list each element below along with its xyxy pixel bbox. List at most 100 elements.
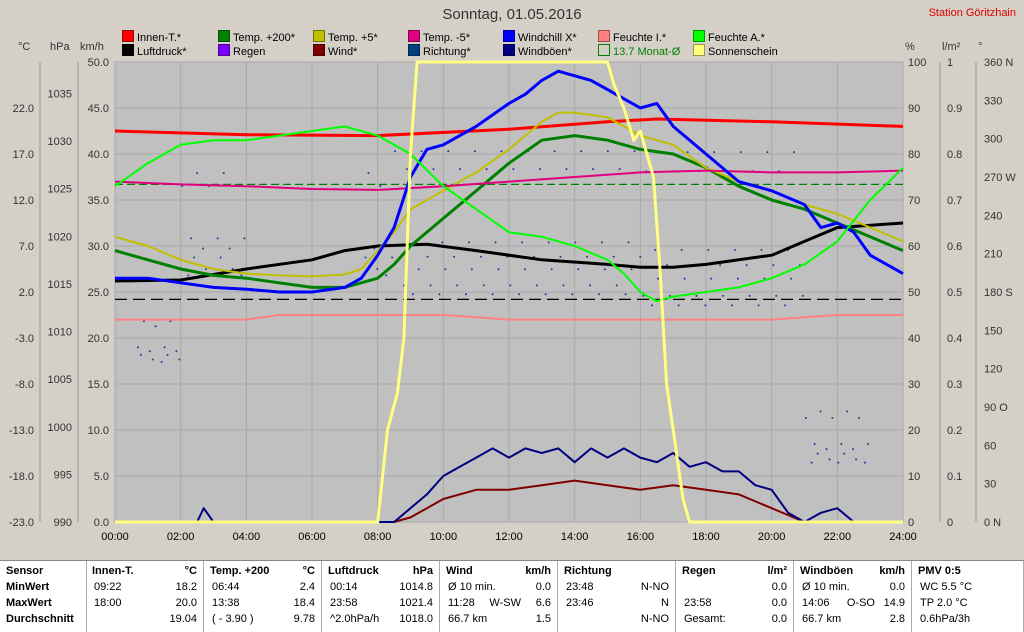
temp-tick-label: -3.0 xyxy=(15,333,34,345)
stats-cell-left: ^2.0hPa/h xyxy=(330,613,380,625)
direction-point xyxy=(154,325,157,328)
legend-swatch xyxy=(598,44,610,56)
x-tick-label: 00:00 xyxy=(101,531,129,543)
direction-point xyxy=(201,247,204,250)
temp-tick-label: -13.0 xyxy=(9,425,34,437)
direction-point xyxy=(600,241,603,244)
pressure-tick-label: 990 xyxy=(54,517,72,529)
wind-tick-label: 30.0 xyxy=(88,241,109,253)
stats-cell-left: 66.7 km xyxy=(448,613,488,625)
pressure-tick-label: 1005 xyxy=(48,374,72,386)
direction-point xyxy=(376,268,379,270)
weather-chart: 00:00 02:00 04:00 06:00 08:00 10:00 12:00 14:00… xyxy=(9,57,1016,543)
direction-point xyxy=(801,294,804,297)
x-tick-label: 02:00 xyxy=(167,531,195,543)
direction-point xyxy=(160,361,163,364)
direction-point xyxy=(825,448,828,451)
pressure-tick-label: 1020 xyxy=(48,231,72,243)
direction-point xyxy=(843,452,846,455)
direction-point xyxy=(535,284,538,287)
direction-tick-label: 300 xyxy=(984,134,1002,146)
direction-point xyxy=(831,416,834,419)
temp-tick-label: 7.0 xyxy=(19,241,34,253)
stats-cell-right: 0.0 xyxy=(771,613,787,625)
direction-point xyxy=(494,241,497,244)
direction-point xyxy=(615,284,618,287)
direction-point xyxy=(766,151,769,154)
direction-point xyxy=(760,248,763,251)
legend-label: Windböen* xyxy=(518,46,572,58)
stats-label-min: MinWert xyxy=(6,581,50,593)
direction-point xyxy=(858,416,861,419)
direction-point xyxy=(739,151,742,154)
direction-point xyxy=(187,274,190,277)
wind-tick-label: 25.0 xyxy=(88,287,109,299)
chart-title: Sonntag, 01.05.2016 xyxy=(442,6,582,23)
legend-swatch xyxy=(408,30,420,42)
stats-section: Regen l/m² 0.0 23:58 0.0 Gesamt: 0.0 xyxy=(676,561,794,632)
direction-point xyxy=(713,151,716,154)
x-tick-label: 04:00 xyxy=(233,531,261,543)
direction-point xyxy=(441,241,444,244)
direction-point xyxy=(686,151,689,154)
legend-item: Regen xyxy=(218,44,265,58)
x-tick-label: 06:00 xyxy=(298,531,326,543)
direction-tick-label: 210 xyxy=(984,249,1002,261)
legend-label: Windchill X* xyxy=(518,32,577,44)
stats-section: Richtung 23:48 N-NO 23:46 N N-NO xyxy=(558,561,676,632)
direction-point xyxy=(571,293,574,296)
direction-tick-label: 30 xyxy=(984,479,996,491)
stats-cell-right: 18.4 xyxy=(293,597,315,609)
legend-item: Temp. +200* xyxy=(218,30,295,44)
direction-point xyxy=(417,268,420,271)
wind-tick-label: 15.0 xyxy=(88,379,109,391)
stats-cell-left: 09:22 xyxy=(94,581,122,593)
direction-point xyxy=(148,350,151,353)
stats-section-title: Richtung xyxy=(564,565,612,577)
direction-point xyxy=(612,255,615,258)
x-tick-label: 20:00 xyxy=(758,531,786,543)
rain-tick-label: 0.4 xyxy=(947,333,962,345)
stats-cell-right: 9.78 xyxy=(293,613,315,625)
legend-label: Wind* xyxy=(328,46,358,58)
direction-tick-label: 150 xyxy=(984,325,1002,337)
direction-point xyxy=(589,284,592,287)
wind-tick-label: 10.0 xyxy=(88,425,109,437)
stats-cell-mid: O-SO xyxy=(846,597,875,609)
stats-cell-left: Ø 10 min. xyxy=(802,581,850,593)
direction-point xyxy=(136,346,139,349)
wind-tick-label: 5.0 xyxy=(94,471,109,483)
pressure-tick-label: 1030 xyxy=(48,136,72,148)
legend-swatch xyxy=(693,44,705,56)
direction-point xyxy=(521,241,524,244)
x-tick-label: 14:00 xyxy=(561,531,589,543)
direction-point xyxy=(151,358,154,361)
pressure-tick-label: 995 xyxy=(54,469,72,481)
temp-tick-label: 12.0 xyxy=(13,195,34,207)
rain-tick-label: 0.7 xyxy=(947,195,962,207)
unit-temp: °C xyxy=(18,41,31,53)
direction-tick-label: 240 xyxy=(984,210,1002,222)
direction-tick-label: 270 W xyxy=(984,172,1016,184)
pressure-tick-label: 1025 xyxy=(48,184,72,196)
stats-section-unit: km/h xyxy=(525,565,551,577)
direction-point xyxy=(633,150,636,153)
direction-point xyxy=(828,458,831,461)
stats-section: Wind km/h Ø 10 min. 0.0 11:28 W-SW 6.6 66.7 km 1… xyxy=(440,561,558,632)
direction-point xyxy=(680,248,683,251)
direction-point xyxy=(447,150,450,153)
direction-point xyxy=(710,277,713,280)
temp-tick-label: -18.0 xyxy=(9,471,34,483)
direction-point xyxy=(500,150,503,153)
stats-cell-left: ( - 3.90 ) xyxy=(212,613,254,625)
direction-point xyxy=(837,461,840,464)
legend-label: 13.7 Monat-Ø xyxy=(613,46,681,58)
direction-point xyxy=(464,293,467,296)
direction-point xyxy=(139,353,142,356)
rain-tick-label: 0.6 xyxy=(947,241,962,253)
stats-cell-right: 1021.4 xyxy=(399,597,433,609)
stats-section-unit: °C xyxy=(302,565,315,577)
stats-cell-right: 0.0 xyxy=(889,581,905,593)
direction-point xyxy=(733,248,736,251)
stats-cell-left: 23:48 xyxy=(566,581,594,593)
